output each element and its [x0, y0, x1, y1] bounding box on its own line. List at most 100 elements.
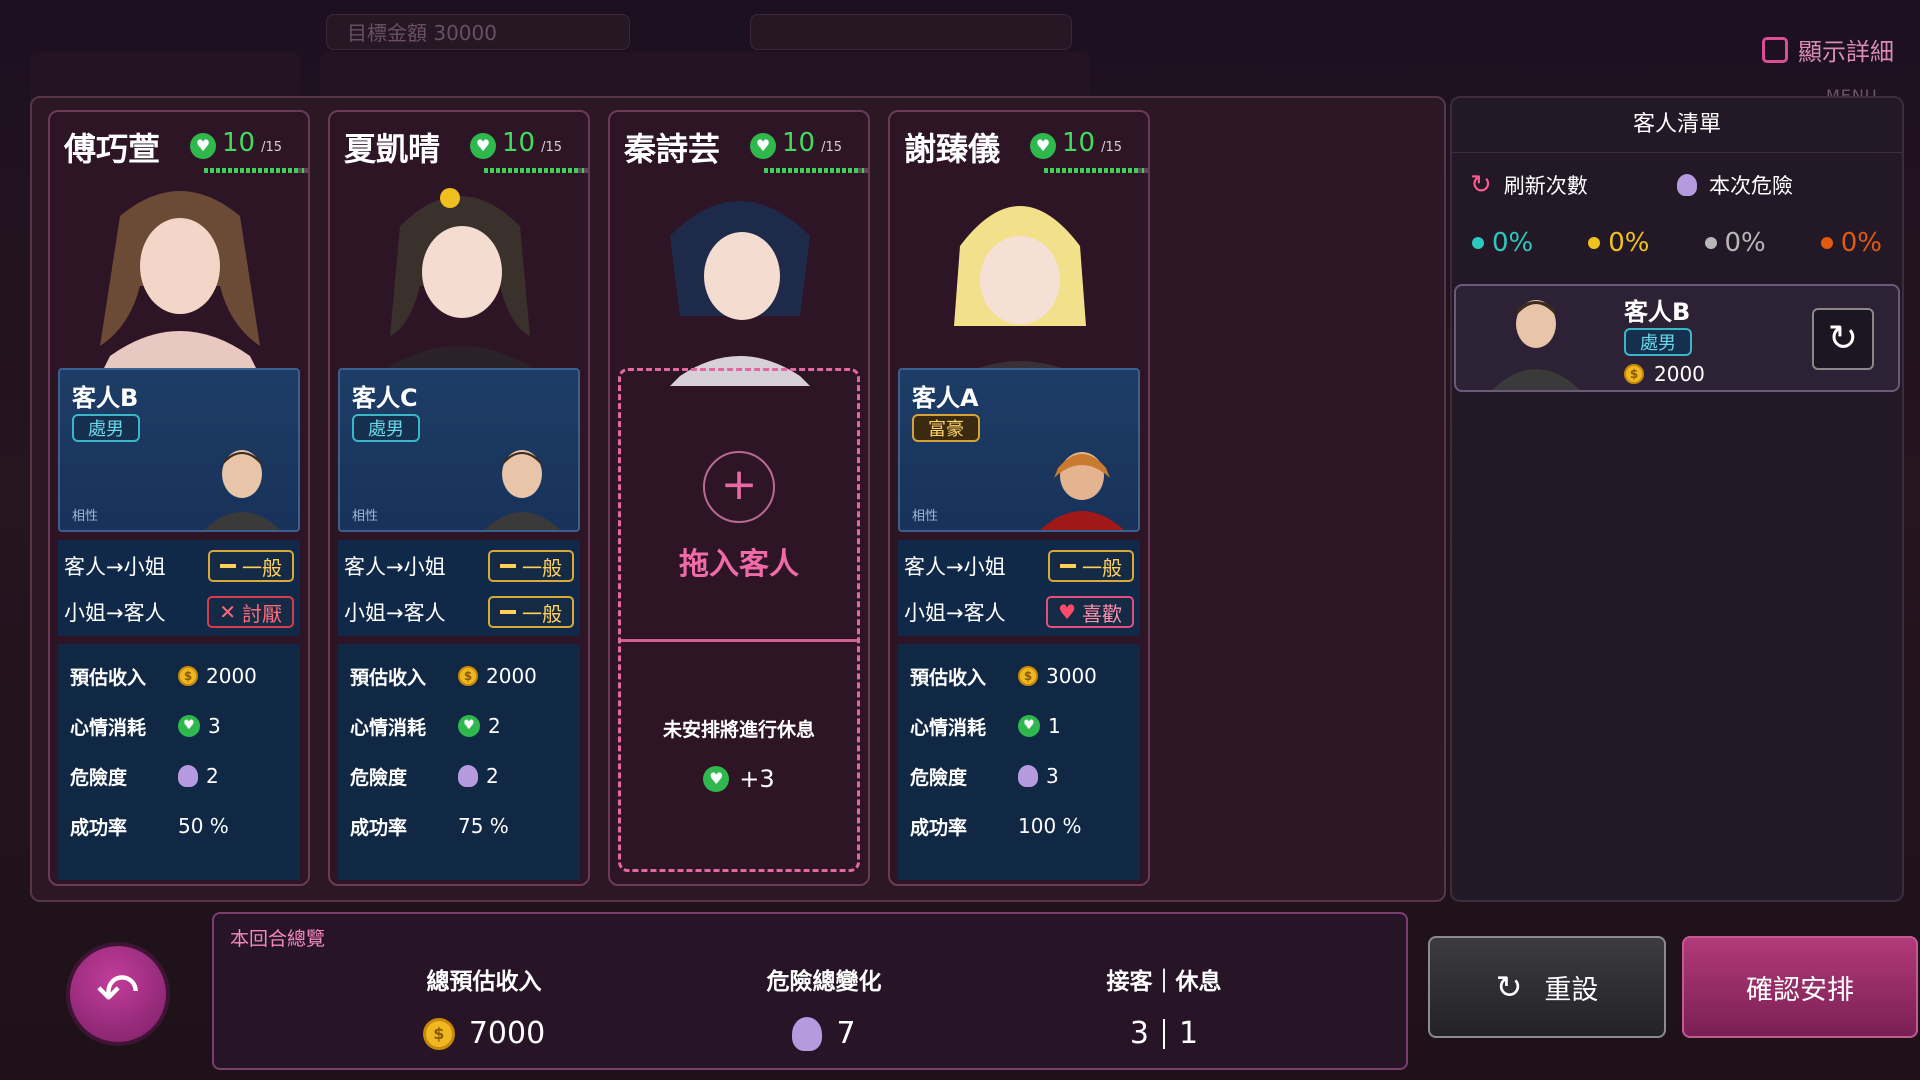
rel-guest-to-hostess: 客人→小姐 一般 [904, 544, 1134, 588]
stat-danger: 危險度 2 [350, 764, 499, 789]
summary-danger: 危險總變化 7 [766, 969, 882, 1051]
guest-avatar [1492, 300, 1580, 390]
hp-max: /15 [541, 140, 563, 155]
hostess-card-4[interactable]: 謝臻儀 ♥ 10 /15 客人A 富豪 相性 客人→小姐 一般 小姐→客人 ♥ 喜… [888, 110, 1150, 886]
refresh-icon: ↻ [1495, 968, 1523, 1006]
reroll-button[interactable]: ↻ [1812, 308, 1874, 370]
rest-note: 未安排將進行休息 [662, 719, 815, 741]
heart-icon: ♥ [470, 133, 496, 159]
dash-icon [220, 564, 236, 568]
relationship-panel: 客人→小姐 一般 小姐→客人 一般 [338, 540, 580, 636]
dash-icon [500, 564, 516, 568]
hostess-card-1[interactable]: 傅巧萱 ♥ 10 /15 客人B 處男 相性 客人→小姐 一般 小姐→客人 ✕ 討… [48, 110, 310, 886]
stat-income: 預估收入 $3000 [910, 664, 1097, 689]
summary-work-rest: 接客｜休息 31 [1106, 969, 1222, 1051]
guest-drop-zone[interactable]: + 拖入客人 未安排將進行休息 ♥ +3 [618, 368, 860, 872]
heart-icon: ♥ [750, 133, 776, 159]
rel-hostess-to-guest: 小姐→客人 ♥ 喜歡 [904, 590, 1134, 634]
hostess-name: 傅巧萱 [64, 130, 161, 168]
checkbox-icon[interactable] [1762, 36, 1788, 63]
refresh-icon: ↻ [1470, 170, 1492, 200]
rel-pill-like: ♥ 喜歡 [1046, 596, 1134, 628]
relationship-panel: 客人→小姐 一般 小姐→客人 ✕ 討厭 [58, 540, 300, 636]
rel-pill-normal: 一般 [488, 596, 574, 628]
guest-list-item[interactable]: 客人B 處男 $2000 ↻ [1454, 284, 1900, 392]
assigned-guest[interactable]: 客人A 富豪 相性 [898, 368, 1140, 532]
confirm-label: 確認安排 [1746, 974, 1854, 1006]
guest-name: 客人C [352, 384, 418, 412]
hp-max: /15 [1101, 140, 1123, 155]
heart-icon: ♥ [458, 715, 480, 737]
guest-name: 客人B [1624, 298, 1691, 326]
rel-guest-to-hostess: 客人→小姐 一般 [64, 544, 294, 588]
guest-name: 客人B [72, 384, 139, 412]
hp-value: 10 [782, 128, 816, 158]
hostess-name: 秦詩芸 [624, 130, 721, 168]
stat-income: 預估收入 $2000 [70, 664, 257, 689]
dot-icon [1472, 237, 1484, 249]
rel-pill-hate: ✕ 討厭 [207, 596, 294, 628]
stat-mood: 心情消耗 ♥ 3 [70, 714, 221, 739]
guest-list-panel: 客人清單 ↻ 刷新次數 本次危險 0% 0% 0% 0% 客人B 處男 $2000… [1450, 96, 1904, 902]
rel-label: 客人→小姐 [904, 555, 1006, 579]
hostess-name: 謝臻儀 [904, 130, 1001, 168]
show-detail-toggle[interactable]: 顯示詳細 [1762, 32, 1894, 67]
stats-panel: 預估收入 $2000 心情消耗 ♥ 3 危險度 2 成功率 50 % [58, 644, 300, 880]
assigned-guest[interactable]: 客人B 處男 相性 [58, 368, 300, 532]
dot-icon [1704, 237, 1717, 249]
coin-icon: $ [178, 666, 198, 686]
skull-icon [458, 765, 478, 787]
danger-percentages: 0% 0% 0% 0% [1472, 228, 1882, 258]
guest-name: 客人A [912, 384, 979, 412]
heart-icon: ♥ [1018, 715, 1040, 737]
stat-income: 預估收入 $2000 [350, 664, 537, 689]
hp-bar [484, 168, 588, 173]
hp-display: ♥ 10 /15 [1030, 128, 1122, 159]
stat-success: 成功率 50 % [70, 814, 229, 839]
stats-panel: 預估收入 $2000 心情消耗 ♥ 2 危險度 2 成功率 75 % [338, 644, 580, 880]
rel-pill-normal: 一般 [208, 550, 294, 582]
heart-icon: ♥ [1030, 133, 1056, 159]
summary-income: 總預估收入 $7000 [334, 962, 634, 1051]
hp-display: ♥ 10 /15 [470, 128, 562, 159]
hp-display: ♥ 10 /15 [190, 128, 282, 159]
guest-tag: 處男 [352, 414, 420, 442]
hostess-card-3[interactable]: 秦詩芸 ♥ 10 /15 + 拖入客人 未安排將進行休息 ♥ +3 [608, 110, 870, 886]
divider [621, 639, 857, 642]
card-header: 謝臻儀 ♥ 10 /15 [904, 124, 1148, 173]
dot-icon [1820, 237, 1833, 249]
top-status-bar [750, 14, 1072, 50]
pct-item: 0% [1472, 228, 1533, 258]
rel-label: 小姐→客人 [344, 601, 446, 625]
summary-title: 本回合總覽 [230, 928, 326, 950]
pct-item: 0% [1588, 228, 1650, 258]
assigned-guest[interactable]: 客人C 處男 相性 [338, 368, 580, 532]
card-header: 傅巧萱 ♥ 10 /15 [64, 124, 308, 173]
hp-bar [204, 168, 308, 173]
guest-tag: 處男 [1624, 328, 1692, 356]
hp-value: 10 [502, 128, 536, 158]
back-button[interactable]: ↶ [66, 942, 170, 1046]
reset-label: 重設 [1544, 974, 1599, 1006]
rel-guest-to-hostess: 客人→小姐 一般 [344, 544, 574, 588]
plus-icon[interactable]: + [703, 451, 775, 523]
stat-mood: 心情消耗 ♥ 1 [910, 714, 1061, 739]
heart-icon: ♥ [178, 715, 200, 737]
rel-label: 小姐→客人 [904, 601, 1006, 625]
skull-icon [178, 765, 198, 787]
guest-tag: 處男 [72, 414, 140, 442]
guest-list-summary: ↻ 刷新次數 本次危險 [1470, 170, 1884, 200]
coin-icon: $ [1018, 666, 1038, 686]
guest-money: $2000 [1624, 362, 1705, 386]
hostess-card-2[interactable]: 夏凱晴 ♥ 10 /15 客人C 處男 相性 客人→小姐 一般 小姐→客人 一般… [328, 110, 590, 886]
drop-guest-label: 拖入客人 [679, 547, 799, 582]
round-summary: 本回合總覽 總預估收入 $7000 危險總變化 7 接客｜休息 31 [212, 912, 1408, 1070]
dash-icon [500, 610, 516, 614]
guest-tag: 富豪 [912, 414, 980, 442]
guest-list-title: 客人清單 [1452, 98, 1902, 153]
hp-bar [764, 168, 868, 173]
confirm-button[interactable]: 確認安排 [1682, 936, 1918, 1038]
target-amount-bar: 目標金額 30000 [326, 14, 630, 50]
reset-button[interactable]: ↻ 重設 [1428, 936, 1666, 1038]
rel-hostess-to-guest: 小姐→客人 一般 [344, 590, 574, 634]
